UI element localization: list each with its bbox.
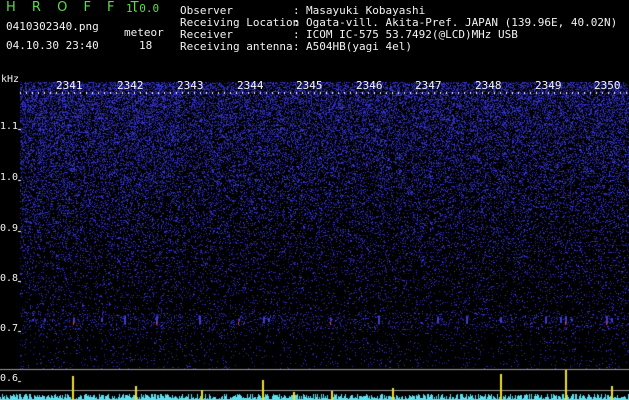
time-tick-label: 2348: [475, 79, 502, 92]
frequency-tick-label: 0.8: [0, 273, 19, 284]
spectrogram-canvas: [0, 0, 629, 400]
file-name: 0410302340.png: [6, 20, 99, 33]
time-tick-label: 2342: [117, 79, 144, 92]
time-tick-label: 2346: [356, 79, 383, 92]
info-value-antenna: A504HB(yagi 4el): [306, 40, 412, 53]
time-tick-label: 2344: [237, 79, 264, 92]
meteor-count: 18: [139, 39, 153, 52]
frequency-tick-label: 0.6: [0, 373, 19, 384]
time-tick-label: 2350: [594, 79, 621, 92]
frequency-tick-label: 1.0: [0, 172, 19, 183]
meteor-label: meteor: [124, 26, 164, 39]
info-key-antenna: Receiving antenna: [180, 40, 293, 53]
frequency-tick-label: 0.9: [0, 223, 19, 234]
observation-datetime: 04.10.30 23:40: [6, 39, 99, 52]
time-tick-label: 2341: [56, 79, 83, 92]
app-title: H R O F F T: [6, 0, 145, 15]
time-tick-label: 2343: [177, 79, 204, 92]
frequency-tick-label: 0.7: [0, 323, 19, 334]
time-tick-label: 2345: [296, 79, 323, 92]
app-version: 1.0.0: [126, 2, 160, 15]
frequency-tick-label: 1.1: [0, 121, 19, 132]
info-separator: :: [293, 40, 300, 53]
time-tick-label: 2347: [415, 79, 442, 92]
time-tick-label: 2349: [535, 79, 562, 92]
frequency-unit-label: kHz: [1, 74, 20, 85]
